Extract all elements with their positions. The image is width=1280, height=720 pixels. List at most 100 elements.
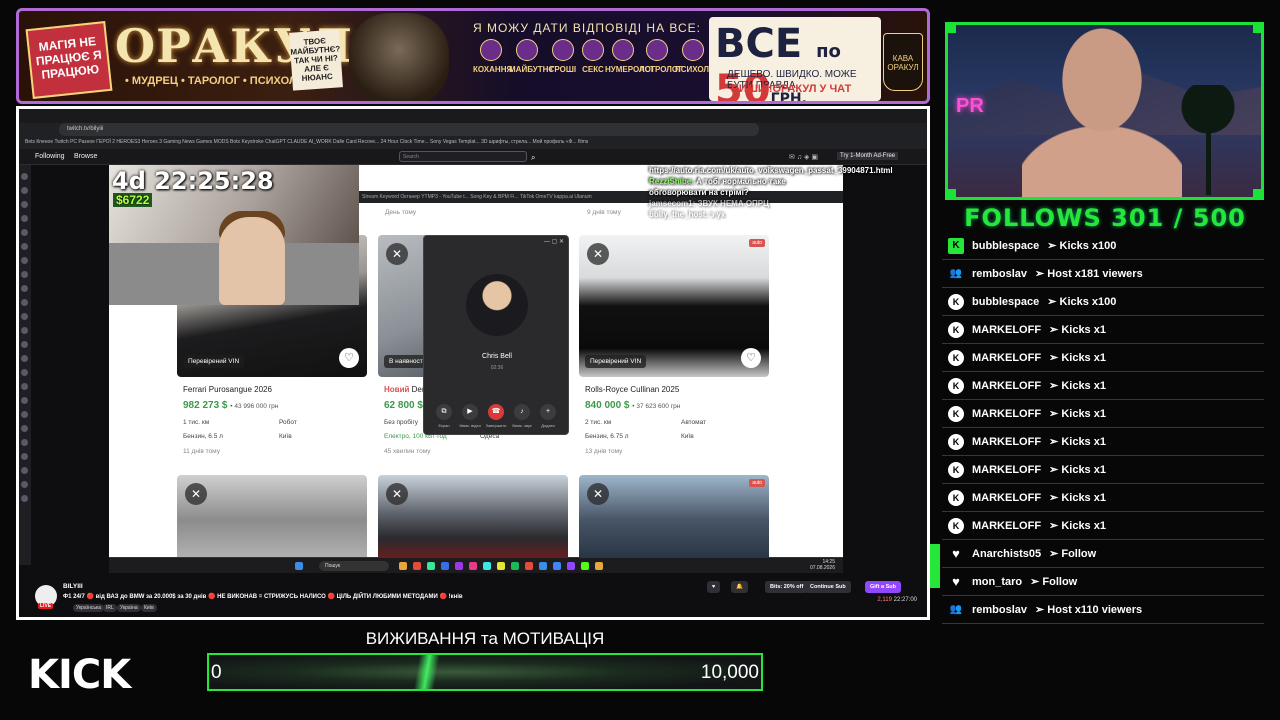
favorite-heart-icon[interactable]: ♡ — [741, 348, 761, 368]
end-call-button[interactable]: ☎ — [488, 404, 504, 420]
follow-heart-button[interactable]: ♥ — [707, 581, 721, 593]
stream-tag[interactable]: Українська — [73, 604, 105, 612]
listing-age: 11 днів тому — [183, 448, 220, 455]
stream-video[interactable]: Stream Keyword Октанер YTMP3 - YouTube t… — [109, 165, 893, 557]
sidebar-channel[interactable] — [21, 229, 28, 236]
car-listing-card[interactable]: ✕ — [378, 475, 568, 557]
sidebar-channel[interactable] — [21, 313, 28, 320]
app-icon[interactable] — [525, 562, 533, 570]
close-icon[interactable]: ✕ — [386, 483, 408, 505]
bits-button[interactable]: Bits: 20% off — [765, 581, 809, 593]
sidebar-channel[interactable] — [21, 439, 28, 446]
close-icon[interactable]: ✕ — [587, 243, 609, 265]
sidebar-channel[interactable] — [21, 285, 28, 292]
car-listing-card[interactable]: ✕ auto — [579, 475, 769, 557]
close-icon[interactable]: ✕ — [185, 483, 207, 505]
window-controls[interactable]: — ▢ ✕ — [424, 236, 570, 248]
car-listing-card[interactable]: ✕ — [177, 475, 367, 557]
close-icon[interactable]: ✕ — [386, 243, 408, 265]
call-button-label: Увімк. відео — [459, 423, 481, 428]
stream-tag[interactable]: Київ — [141, 604, 157, 612]
event-row: K MARKELOFF ➢ Kicks x1 — [942, 456, 1264, 484]
sidebar-channel[interactable] — [21, 201, 28, 208]
close-icon[interactable]: ✕ — [587, 483, 609, 505]
car-photo[interactable] — [579, 475, 769, 557]
sidebar-channel[interactable] — [21, 215, 28, 222]
chrome-icon[interactable] — [553, 562, 561, 570]
sidebar-channel[interactable] — [21, 369, 28, 376]
sidebar-channel[interactable] — [21, 271, 28, 278]
sidebar-channel[interactable] — [21, 257, 28, 264]
car-photo[interactable] — [378, 475, 568, 557]
video-toggle-button[interactable]: ▶ — [462, 404, 478, 420]
sidebar-channel[interactable] — [21, 425, 28, 432]
call-window[interactable]: — ▢ ✕ Chris Bell 02:36 ⧉ ▶ ☎ ♪ + Екран У… — [423, 235, 569, 435]
notification-icons[interactable]: ✉ ♫ ◈ ▣ — [789, 153, 818, 161]
listing-title[interactable]: Rolls-Royce Cullinan 2025 — [585, 385, 763, 394]
car-listing-card[interactable]: ✕ auto Перевірений VIN ♡ Rolls-Royce Cul… — [579, 235, 769, 455]
twitch-icon[interactable] — [567, 562, 575, 570]
sidebar-channel[interactable] — [21, 397, 28, 404]
listing-price: 982 273 $ • 43 996 000 грн — [183, 400, 279, 411]
search-icon[interactable]: ⌕ — [531, 153, 535, 163]
sidebar-channel[interactable] — [21, 467, 28, 474]
stream-timer: 4d 22:25:28 — [112, 167, 274, 195]
app-icon[interactable] — [595, 562, 603, 570]
ad-free-button[interactable]: Try 1-Month Ad-Free — [837, 152, 899, 160]
sidebar-channel[interactable] — [21, 187, 28, 194]
sidebar-channel[interactable] — [21, 481, 28, 488]
app-icon[interactable] — [399, 562, 407, 570]
sidebar-channel[interactable] — [21, 411, 28, 418]
twitch-search-input[interactable]: Search — [399, 151, 527, 162]
app-icon[interactable] — [413, 562, 421, 570]
nav-following[interactable]: Following — [35, 153, 65, 160]
app-icon[interactable] — [427, 562, 435, 570]
gearbox: Робот — [279, 419, 297, 426]
kicks-coin-icon: K — [948, 321, 964, 338]
app-icon[interactable] — [469, 562, 477, 570]
sidebar-channel[interactable] — [21, 495, 28, 502]
notifications-button[interactable]: 🔔 — [731, 581, 748, 593]
spotify-icon[interactable] — [511, 562, 519, 570]
start-icon[interactable] — [295, 562, 303, 570]
sidebar-channel[interactable] — [21, 243, 28, 250]
app-icon[interactable] — [497, 562, 505, 570]
continue-sub-button[interactable]: Continue Sub — [805, 581, 851, 593]
call-button-label: Вимк. звук — [512, 423, 532, 428]
kick-logo-icon: K — [948, 237, 964, 254]
taskbar-search[interactable]: Пошук — [319, 561, 389, 571]
sidebar-channel[interactable] — [21, 341, 28, 348]
stream-tag[interactable]: Україна — [117, 604, 141, 612]
sidebar-channel[interactable] — [21, 327, 28, 334]
car-photo[interactable] — [177, 475, 367, 557]
sidebar-channel[interactable] — [21, 299, 28, 306]
kick-icon[interactable] — [581, 562, 589, 570]
event-row: Kbubblespace ➢ Kicks x100 — [942, 288, 1264, 316]
bookmarks-bar[interactable]: Bets Кпеное Twitch PC Разное ГЕРОЇ 2 HER… — [19, 136, 927, 149]
nav-browse[interactable]: Browse — [74, 153, 97, 160]
app-icon[interactable] — [539, 562, 547, 570]
listing-title[interactable]: Ferrari Purosangue 2026 — [183, 385, 361, 394]
stream-tag[interactable]: IRL — [103, 604, 117, 612]
screen-share-button[interactable]: ⧉ — [436, 404, 452, 420]
sidebar-channel[interactable] — [21, 355, 28, 362]
mute-button[interactable]: ♪ — [514, 404, 530, 420]
city: Київ — [279, 433, 292, 440]
gift-sub-button[interactable]: Gift a Sub — [865, 581, 901, 593]
app-icon[interactable] — [441, 562, 449, 570]
taskbar-clock[interactable]: 14:25 07.08.2026 — [810, 559, 835, 571]
sidebar-channel[interactable] — [21, 383, 28, 390]
chat-url: https://auto.ria.com/uk/auto_volkswagen_… — [649, 166, 893, 175]
listing-age: 13 днів тому — [585, 448, 623, 455]
sidebar-channel[interactable] — [21, 173, 28, 180]
sidebar-channel[interactable] — [21, 453, 28, 460]
channel-name[interactable]: BILYIII — [63, 583, 83, 590]
app-icon[interactable] — [455, 562, 463, 570]
address-bar[interactable]: twitch.tv/bilyiii — [59, 123, 759, 136]
apple-icon — [582, 39, 604, 61]
heart-icon: ♥ — [952, 545, 960, 561]
favorite-heart-icon[interactable]: ♡ — [339, 348, 359, 368]
browser-tab-row[interactable] — [19, 109, 927, 123]
add-participant-button[interactable]: + — [540, 404, 556, 420]
app-icon[interactable] — [483, 562, 491, 570]
